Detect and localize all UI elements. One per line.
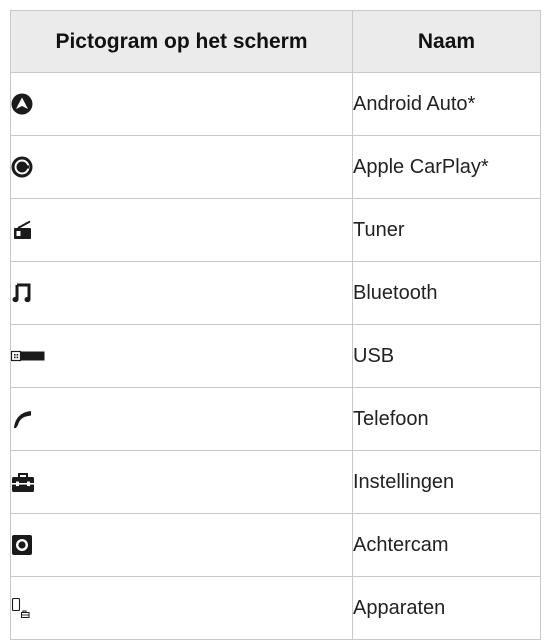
tuner-radio-icon [11, 219, 33, 241]
row-name: Apparaten [352, 576, 541, 640]
table-row: Achtercam [10, 513, 541, 577]
table-row: USB [10, 324, 541, 388]
header-name-column: Naam [352, 10, 541, 73]
row-name: Android Auto* [352, 72, 541, 136]
row-name: Apple CarPlay* [352, 135, 541, 199]
row-name: Instellingen [352, 450, 541, 514]
android-auto-icon [11, 93, 33, 115]
icon-name-table: Pictogram op het scherm Naam Android Aut… [10, 10, 541, 640]
telephone-handset-icon [11, 408, 33, 430]
icon-cell [10, 513, 353, 577]
icon-cell [10, 324, 353, 388]
icon-cell [10, 198, 353, 262]
table-row: Bluetooth [10, 261, 541, 325]
usb-icon [10, 349, 45, 363]
table-header-row: Pictogram op het scherm Naam [10, 10, 541, 73]
row-name: Achtercam [352, 513, 541, 577]
icon-cell [10, 387, 353, 451]
toolbox-settings-icon [11, 471, 35, 493]
icon-cell [10, 576, 353, 640]
icon-cell [10, 450, 353, 514]
row-name: Bluetooth [352, 261, 541, 325]
table-row: Apparaten [10, 576, 541, 640]
apple-carplay-icon [11, 156, 33, 178]
table-row: Apple CarPlay* [10, 135, 541, 199]
header-icon-column: Pictogram op het scherm [10, 10, 353, 73]
table-row: Instellingen [10, 450, 541, 514]
table-row: Android Auto* [10, 72, 541, 136]
icon-cell [10, 135, 353, 199]
bluetooth-music-note-icon [11, 282, 33, 304]
row-name: Tuner [352, 198, 541, 262]
icon-cell [10, 261, 353, 325]
table-row: Telefoon [10, 387, 541, 451]
row-name: Telefoon [352, 387, 541, 451]
table-row: Tuner [10, 198, 541, 262]
row-name: USB [352, 324, 541, 388]
devices-icon [11, 597, 35, 619]
icon-cell [10, 72, 353, 136]
rear-camera-icon [11, 534, 33, 556]
